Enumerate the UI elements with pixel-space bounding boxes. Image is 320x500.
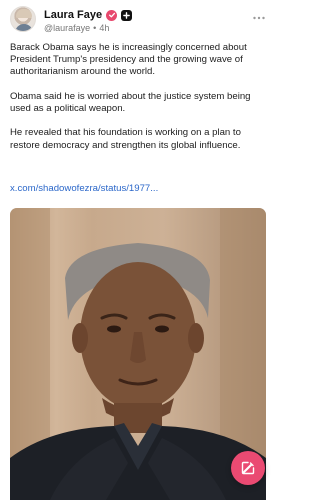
post-paragraph-1: Barack Obama says he is increasingly con… [10,42,247,78]
avatar-body [15,24,33,31]
verified-badge-icon [106,9,118,21]
post-paragraph-2: Obama said he is worried about the justi… [10,90,251,114]
author-handle[interactable]: @laurafaye [44,23,90,33]
avatar[interactable] [10,6,36,32]
post-paragraph-3: He revealed that his foundation is worki… [10,127,241,151]
author-name-row: Laura Faye [44,8,133,22]
compose-button[interactable] [231,451,265,485]
post-time: 4h [99,23,110,33]
post-header: Laura Faye @laurafaye • 4h [10,6,266,38]
meta-separator: • [93,23,97,33]
more-horizontal-icon[interactable] [252,10,266,20]
post: Laura Faye @laurafaye • 4h Barack Obama … [0,0,276,500]
plus-icon[interactable] [121,9,133,21]
portrait-illustration [10,208,266,500]
avatar-hair [16,9,32,18]
author-name[interactable]: Laura Faye [44,9,102,21]
author-meta: @laurafaye • 4h [44,23,109,33]
post-image[interactable] [10,208,266,500]
compose-edit-icon [241,461,255,475]
post-link[interactable]: x.com/shadowofezra/status/1977... [10,183,158,194]
post-body: Barack Obama says he is increasingly con… [10,42,268,164]
